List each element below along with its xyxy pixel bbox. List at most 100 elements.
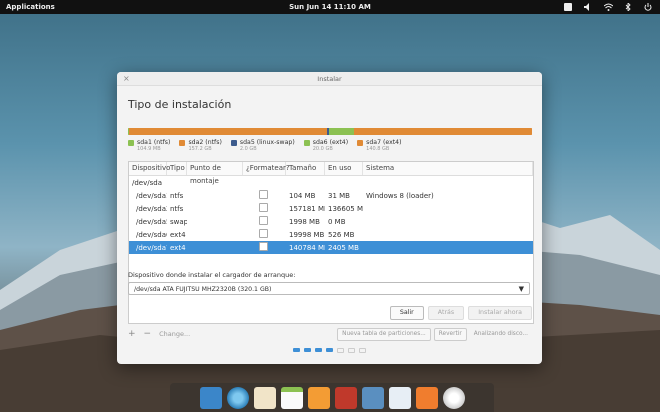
table-row[interactable]: /dev/sda6ext4 19998 MB526 MB xyxy=(129,228,533,241)
settings-icon[interactable] xyxy=(388,386,411,409)
device-label: /dev/sda xyxy=(132,178,162,187)
format-checkbox[interactable] xyxy=(259,242,268,251)
remove-partition-button[interactable]: − xyxy=(144,329,152,339)
cell-dev: /dev/sda1 xyxy=(136,191,167,200)
legend-size: 20.0 GB xyxy=(312,146,333,152)
photos-icon[interactable] xyxy=(361,386,384,409)
table-header: Dispositivo Tipo Punto de montaje ¿Formatea… xyxy=(129,162,533,185)
format-cell xyxy=(243,190,286,201)
table-row[interactable]: /dev/sda2ntfs 157181 MB136605 MB xyxy=(129,202,533,215)
top-panel: Applications Sun Jun 14 11:10 AM xyxy=(0,0,660,14)
column-header[interactable]: Tipo xyxy=(167,162,187,175)
titlebar: × Instalar xyxy=(117,72,542,86)
wifi-icon[interactable] xyxy=(603,3,614,11)
applications-menu[interactable]: Applications xyxy=(0,3,55,11)
cell-used: 526 MB xyxy=(328,230,355,239)
cell-size: 104 MB xyxy=(289,191,316,200)
session-icon[interactable] xyxy=(564,3,572,11)
cell-dev: /dev/sda7 xyxy=(136,243,167,252)
partition-segment xyxy=(329,128,355,135)
legend-swatch xyxy=(179,140,186,146)
partition-table: Dispositivo Tipo Punto de montaje ¿Formatea… xyxy=(128,161,534,324)
format-cell xyxy=(243,229,286,240)
browser-icon[interactable] xyxy=(226,386,249,409)
column-header[interactable]: Punto de montaje xyxy=(187,162,243,185)
add-partition-button[interactable]: + xyxy=(128,329,136,339)
format-cell xyxy=(243,203,286,214)
column-header[interactable]: Tamaño xyxy=(286,162,325,175)
format-checkbox[interactable] xyxy=(259,229,268,238)
column-header[interactable]: Sistema xyxy=(363,162,533,175)
legend-size: 157.2 GB xyxy=(188,146,212,152)
installer-icon[interactable] xyxy=(442,386,465,409)
sound-icon[interactable] xyxy=(584,3,592,11)
table-row[interactable]: /dev/sda7ext4 140784 MB2405 MB xyxy=(129,241,533,254)
legend-name: sda7 (ext4) xyxy=(366,139,402,146)
cell-size: 157181 MB xyxy=(289,204,325,213)
close-icon[interactable]: × xyxy=(123,74,130,83)
cell-type: swap xyxy=(170,217,187,226)
legend-item: sda7 (ext4) 140.8 GB xyxy=(357,139,402,152)
appcenter-icon[interactable] xyxy=(415,386,438,409)
cell-used: 31 MB xyxy=(328,191,350,200)
cell-type: ntfs xyxy=(170,191,184,200)
video-icon[interactable] xyxy=(334,386,357,409)
change-partition-button[interactable]: Change... xyxy=(159,330,190,338)
legend-item: sda5 (linux-swap) 2.0 GB xyxy=(230,139,295,152)
cell-dev: /dev/sda6 xyxy=(136,230,167,239)
column-header[interactable]: ¿Formatear? xyxy=(243,162,290,175)
legend-size: 140.8 GB xyxy=(366,146,390,152)
partition-segment xyxy=(129,128,327,135)
legend-size: 2.0 GB xyxy=(239,146,257,152)
table-row[interactable]: /dev/sda5swap 1998 MB 0 MB xyxy=(129,215,533,228)
legend-item: sda2 (ntfs) 157.2 GB xyxy=(179,139,222,152)
power-icon[interactable] xyxy=(644,3,652,11)
files-icon[interactable] xyxy=(199,386,222,409)
format-cell xyxy=(243,216,286,227)
legend-item: sda1 (ntfs) 104.9 MB xyxy=(128,139,170,152)
cell-dev: /dev/sda5 xyxy=(136,217,167,226)
back-button[interactable]: Atrás xyxy=(427,306,465,320)
format-checkbox[interactable] xyxy=(259,203,268,212)
cell-used: 2405 MB xyxy=(328,243,359,252)
legend-swatch xyxy=(303,140,310,146)
new-table-button[interactable]: Nueva tabla de particiones... xyxy=(337,327,431,341)
revert-button[interactable]: Revertir xyxy=(433,327,467,341)
cell-used: 136605 MB xyxy=(328,204,363,213)
bootloader-select[interactable]: /dev/sda ATA FUJITSU MHZ2320B (320.1 GB)… xyxy=(128,282,530,295)
partition-segment xyxy=(354,128,532,135)
format-cell xyxy=(243,242,286,253)
cell-dev: /dev/sda2 xyxy=(136,204,167,213)
format-checkbox[interactable] xyxy=(259,216,268,225)
cell-system: Windows 8 (loader) xyxy=(366,191,434,200)
bootloader-value: /dev/sda ATA FUJITSU MHZ2320B (320.1 GB) xyxy=(134,286,272,293)
window-title: Instalar xyxy=(317,74,342,83)
dock xyxy=(170,383,494,412)
column-header[interactable]: Dispositivo xyxy=(129,162,170,175)
legend-item: sda6 (ext4) 20.0 GB xyxy=(303,139,349,152)
format-checkbox[interactable] xyxy=(259,190,268,199)
legend-swatch xyxy=(230,140,237,146)
partition-toolbar: + − Change... Nueva tabla de particiones… xyxy=(128,327,532,341)
cell-size: 140784 MB xyxy=(289,243,325,252)
legend-name: sda6 (ext4) xyxy=(312,139,349,146)
music-icon[interactable] xyxy=(307,386,330,409)
legend-name: sda1 (ntfs) xyxy=(137,139,171,146)
table-row[interactable]: /dev/sda1ntfs 104 MB 31 MB Windows 8 (loade… xyxy=(129,189,533,202)
cell-size: 1998 MB xyxy=(289,217,320,226)
installer-window: × Instalar Tipo de instalación sda1 (ntf… xyxy=(117,72,542,364)
legend-name: sda2 (ntfs) xyxy=(188,139,222,146)
quit-button[interactable]: Salir xyxy=(389,306,424,320)
cell-size: 19998 MB xyxy=(289,230,325,239)
cell-type: ext4 xyxy=(170,243,186,252)
mail-icon[interactable] xyxy=(253,386,276,409)
cell-used: 0 MB xyxy=(328,217,346,226)
clock[interactable]: Sun Jun 14 11:10 AM xyxy=(0,3,660,11)
install-now-button[interactable]: Instalar ahora xyxy=(468,306,532,320)
column-header[interactable]: En uso xyxy=(325,162,363,175)
partition-legend: sda1 (ntfs) 104.9 MB sda2 (ntfs) 157.2 GB sd… xyxy=(128,139,402,152)
page-title: Tipo de instalación xyxy=(128,98,232,111)
bluetooth-icon[interactable] xyxy=(624,1,632,13)
scanning-status: Analizando disco... xyxy=(473,330,528,337)
calendar-icon[interactable] xyxy=(280,386,303,409)
